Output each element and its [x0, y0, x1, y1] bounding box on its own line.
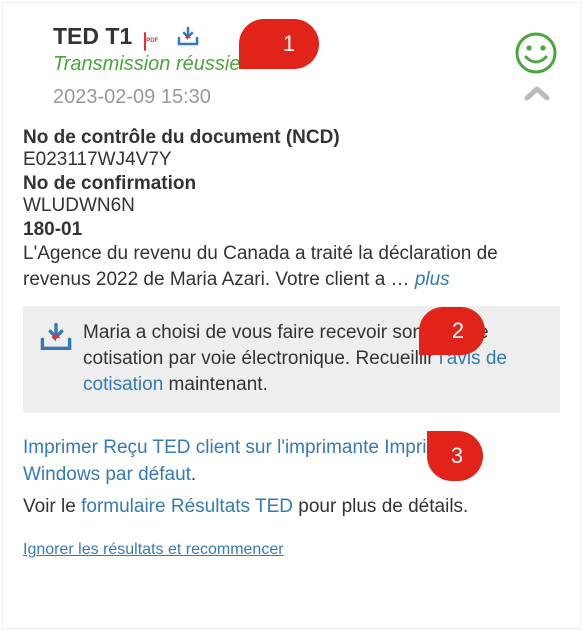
print-link[interactable]: Imprimer Reçu TED client sur l'imprimant…	[23, 437, 479, 485]
noa-callout: Maria a choisi de vous faire recevoir so…	[23, 306, 560, 413]
ncd-value: E023117WJ4V7Y	[23, 149, 560, 171]
seeform-after: pour plus de détails.	[293, 496, 468, 517]
seeform-link[interactable]: formulaire Résultats TED	[81, 496, 293, 517]
seeform-before: Voir le	[23, 496, 81, 517]
result-body: L'Agence du revenu du Canada a traité la…	[23, 241, 560, 292]
code: 180-01	[23, 219, 560, 241]
callout-before: Maria a choisi de vous faire recevoir so…	[83, 322, 489, 369]
print-after: .	[191, 464, 196, 485]
download-icon[interactable]	[176, 26, 200, 51]
status-text: Transmission réussie	[23, 53, 560, 76]
ignore-link[interactable]: Ignorer les résultats et recommencer	[23, 541, 284, 559]
collapse-chevron-icon[interactable]	[524, 85, 550, 103]
smile-icon	[514, 31, 558, 75]
body-ellipsis: …	[391, 269, 415, 290]
result-title: TED T1	[53, 23, 132, 50]
ncd-label: No de contrôle du document (NCD)	[23, 127, 560, 149]
conf-value: WLUDWN6N	[23, 195, 560, 217]
download-noa-icon[interactable]	[39, 322, 73, 357]
more-link[interactable]: plus	[415, 269, 450, 290]
pdf-icon[interactable]	[144, 33, 164, 53]
conf-label: No de confirmation	[23, 173, 560, 195]
timestamp: 2023-02-09 15:30	[23, 86, 560, 109]
result-card: 1 2 3 TED T1 Transmission réussie 2023-0…	[2, 2, 581, 629]
callout-after: maintenant.	[163, 374, 268, 395]
